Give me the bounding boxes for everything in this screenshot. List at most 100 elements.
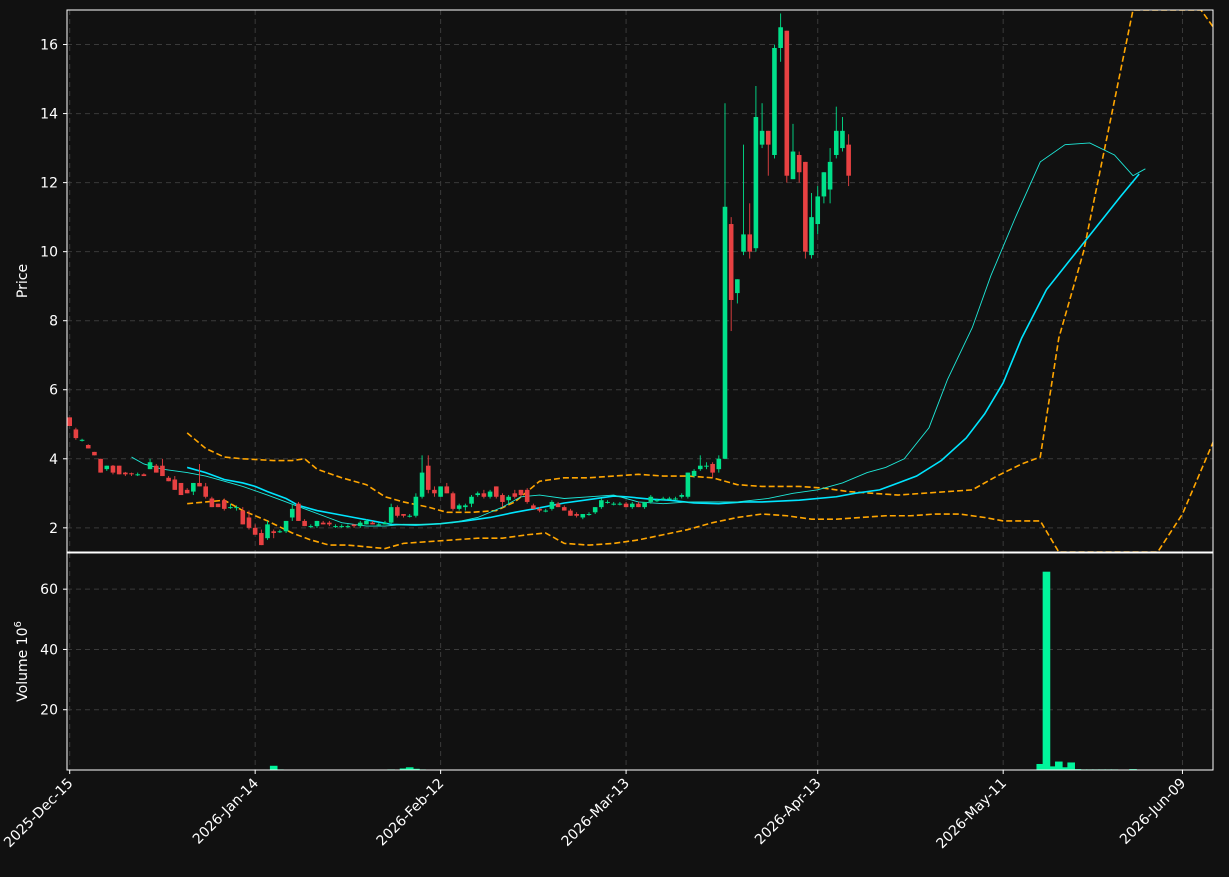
candle (796, 151, 802, 183)
candle-body (98, 458, 103, 473)
candle-body (320, 522, 326, 525)
moving-average-line (186, 173, 1140, 526)
candle-body (425, 465, 431, 490)
volume-bar (269, 765, 278, 770)
candle (259, 529, 264, 546)
candle (345, 524, 351, 528)
candle-body (197, 482, 202, 487)
candle (642, 501, 647, 509)
candle (302, 519, 307, 527)
candle-body (531, 505, 536, 509)
candle (147, 458, 153, 470)
candle-body (166, 477, 171, 482)
candle-body (413, 496, 419, 516)
candle-body (376, 524, 382, 526)
candle-body (728, 224, 734, 300)
candle-body (364, 520, 369, 525)
candle-body (67, 417, 72, 426)
candle-body (815, 196, 821, 225)
candle-body (73, 429, 79, 439)
candle (586, 512, 592, 516)
candle (289, 503, 295, 521)
candle-body (543, 510, 549, 512)
candle-body (710, 463, 715, 473)
candle (827, 148, 833, 204)
candle (203, 482, 209, 499)
candle-body (302, 520, 307, 527)
candle-body (147, 462, 153, 470)
candle (277, 529, 283, 534)
candle (116, 465, 122, 475)
candle-body (283, 520, 289, 532)
xtick-label: 2026-Jun-09 (1117, 776, 1189, 848)
candle (716, 455, 722, 473)
candle (135, 472, 141, 477)
candle (79, 438, 85, 442)
price-ytick-label: 10 (40, 245, 58, 261)
candle-body (129, 473, 134, 475)
candle-body (178, 482, 184, 496)
price-ytick-label: 4 (49, 452, 58, 468)
candle (500, 493, 505, 508)
candle (809, 192, 814, 259)
candle (722, 103, 728, 459)
candle-body (735, 279, 740, 294)
candle (549, 500, 555, 511)
candle (735, 279, 740, 304)
candle-body (586, 514, 592, 516)
candle (166, 476, 171, 482)
xtick-label: 2026-May-11 (933, 776, 1010, 853)
candle-body (667, 498, 672, 500)
candle (679, 493, 685, 499)
candle (327, 520, 332, 527)
candle (629, 501, 635, 509)
candle-body (790, 151, 796, 180)
candle-body (432, 489, 437, 494)
candle (296, 501, 301, 521)
candle (475, 491, 481, 497)
candle-body (611, 503, 617, 505)
candle-body (351, 524, 357, 527)
price-ytick-label: 16 (40, 38, 58, 54)
candle (741, 144, 746, 256)
candle (543, 508, 549, 513)
candle (444, 482, 450, 494)
candle-body (524, 489, 530, 502)
candle (450, 491, 456, 511)
candle (704, 462, 709, 470)
candle-body (574, 514, 579, 516)
candle-body (697, 465, 703, 470)
candle (191, 482, 196, 496)
candle-body (833, 130, 839, 155)
candle (697, 455, 703, 471)
candle-body (747, 234, 753, 252)
candle-body (314, 520, 320, 527)
candle (85, 444, 91, 449)
candle (599, 498, 604, 509)
candle (419, 455, 425, 499)
stock-chart: 2 4 6 8 10 12 14 16 20 40 60 2025-Dec-15 2026-Jan-14… (0, 0, 1229, 873)
candle (123, 471, 128, 477)
candle-body (568, 510, 573, 516)
candle-body (160, 465, 165, 477)
candle (524, 488, 530, 504)
candle-body (85, 444, 91, 449)
candle-body (438, 486, 443, 497)
candle (728, 217, 734, 332)
candle-body (599, 500, 604, 508)
candle-body (419, 472, 425, 497)
candle (401, 514, 406, 518)
candle (592, 507, 598, 515)
candle (555, 501, 561, 508)
price-axis-label: Price (15, 264, 31, 298)
candle-body (172, 479, 178, 490)
candle-body (191, 482, 196, 492)
xtick-label: 2026-Feb-12 (374, 776, 448, 850)
candle (388, 503, 394, 525)
candle-body (636, 503, 641, 508)
candle-body (660, 498, 666, 500)
candle (710, 462, 715, 478)
candle (463, 503, 468, 511)
candle-body (339, 526, 345, 528)
candle (73, 427, 79, 440)
